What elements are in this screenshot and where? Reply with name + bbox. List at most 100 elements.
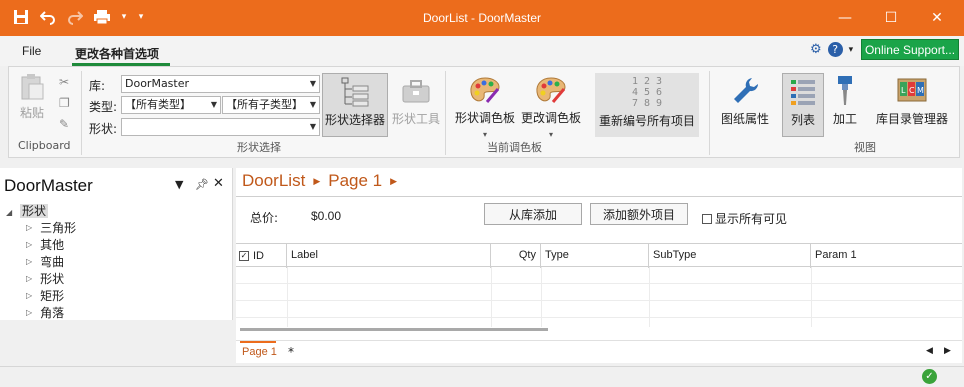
pin-icon[interactable]: 📌︎ — [195, 178, 209, 191]
maximize-button[interactable]: ☐ — [868, 0, 914, 36]
breadcrumb-item[interactable]: Page 1 — [328, 171, 382, 191]
copy-icon[interactable]: ❐ — [59, 96, 73, 110]
chevron-right-icon[interactable]: ▶ — [390, 176, 397, 187]
library-label: 库: — [89, 79, 106, 93]
tree-item[interactable]: ▷ 形状 — [26, 270, 64, 287]
chevron-down-icon: ▾ — [482, 130, 487, 139]
column-header-param1[interactable]: Param 1 — [811, 244, 962, 268]
column-divider — [811, 267, 812, 327]
tree-icon — [341, 77, 369, 107]
expand-icon[interactable]: ▷ — [26, 257, 32, 266]
breadcrumb: DoorList ▶ Page 1 ▶ — [242, 171, 397, 191]
prev-page-icon[interactable]: ◀ — [926, 346, 933, 356]
horizontal-scrollbar[interactable] — [240, 328, 548, 331]
tree-item[interactable]: ▷ 三角形 — [26, 219, 76, 236]
drill-icon — [838, 76, 852, 105]
drawing-properties-button[interactable]: 图纸属性 — [716, 73, 774, 127]
group-label-view: 视图 — [854, 141, 876, 154]
palette-icon — [470, 77, 500, 103]
status-ok-icon: ✓ — [922, 369, 937, 384]
expand-icon[interactable]: ▷ — [26, 240, 32, 249]
add-extra-item-button[interactable]: 添加额外项目 — [590, 203, 688, 225]
tree-item[interactable]: ▷ 角落 — [26, 304, 64, 321]
expand-icon[interactable]: ▷ — [26, 308, 32, 317]
title-bar: ▾ ▾ DoorList - DoorMaster — ☐ ✕ — [0, 0, 964, 36]
table-header: ✓ ID Label Qty Type SubType Param 1 — [236, 243, 962, 268]
select-all-checkbox[interactable]: ✓ — [239, 251, 249, 261]
list-view-button[interactable]: 列表 — [782, 73, 824, 137]
panel-dropdown-icon[interactable]: ▼ — [175, 178, 183, 191]
tab-preferences[interactable]: 更改各种首选项 — [75, 45, 159, 62]
tree-item[interactable]: ▷ 弯曲 — [26, 253, 64, 270]
toolbox-icon — [402, 80, 430, 103]
help-icon[interactable]: ? — [827, 42, 843, 57]
group-label-clipboard: Clipboard — [18, 139, 71, 152]
column-header-type[interactable]: Type — [541, 244, 649, 268]
page-tab-bar: Page 1 * ◀ ▶ — [236, 340, 962, 363]
column-divider — [649, 267, 650, 327]
library-manager-button[interactable]: LCM 库目录管理器 — [871, 73, 953, 127]
shape-selector-button[interactable]: 形状选择器 — [322, 73, 388, 137]
next-page-icon[interactable]: ▶ — [944, 346, 951, 356]
library-select[interactable]: DoorMaster ▼ — [121, 75, 320, 93]
close-button[interactable]: ✕ — [914, 0, 960, 36]
svg-text:C: C — [909, 86, 915, 95]
library-icon: LCM — [897, 78, 927, 102]
cut-icon[interactable]: ✂ — [59, 75, 73, 89]
minimize-button[interactable]: — — [822, 0, 868, 36]
shape-select[interactable]: ▼ — [121, 118, 320, 136]
status-bar: ✓ — [0, 366, 964, 387]
renumber-icon: 1 2 3 4 5 6 7 8 9 — [631, 76, 663, 109]
shape-library-panel: DoorMaster ▼ 📌︎ ✕ ◢ 形状 ▷ 三角形 ▷ 其他 ▷ 弯曲 ▷ 形状 … — [0, 168, 233, 320]
change-palette-button[interactable]: 更改调色板 ▾ — [518, 73, 584, 140]
column-header-qty[interactable]: Qty — [491, 244, 541, 268]
tree-item[interactable]: ▷ 矩形 — [26, 287, 64, 304]
chevron-right-icon: ▶ — [313, 175, 321, 186]
column-header-subtype[interactable]: SubType — [649, 244, 811, 268]
palette-icon — [536, 77, 566, 103]
expand-icon[interactable]: ▷ — [26, 291, 32, 300]
checkbox-box[interactable] — [702, 213, 712, 224]
column-header-id[interactable]: ✓ ID — [236, 244, 287, 268]
column-divider — [541, 267, 542, 327]
help-area: ⚙ ? ▾ — [810, 42, 853, 57]
table-row[interactable] — [236, 301, 962, 318]
process-button[interactable]: 加工 — [827, 73, 863, 127]
breadcrumb-item[interactable]: DoorList — [242, 171, 305, 191]
table-row[interactable] — [236, 267, 962, 284]
format-painter-icon[interactable]: ✎ — [59, 117, 73, 131]
subtype-select[interactable]: 【所有子类型】 ▼ — [222, 96, 320, 114]
close-panel-icon[interactable]: ✕ — [213, 176, 224, 191]
divider — [236, 196, 962, 197]
shape-tool-button[interactable]: 形状工具 — [390, 73, 442, 127]
shape-label: 形状: — [89, 122, 118, 136]
tab-page-1[interactable]: Page 1 — [242, 346, 277, 358]
svg-text:L: L — [901, 86, 906, 95]
shape-palette-button[interactable]: 形状调色板 ▾ — [452, 73, 518, 140]
main-area: DoorList ▶ Page 1 ▶ 总价: $0.00 从库添加 添加额外项… — [236, 168, 962, 363]
collapse-icon[interactable]: ◢ — [6, 208, 12, 217]
ribbon-separator — [709, 71, 710, 155]
list-icon — [791, 80, 815, 105]
tab-file[interactable]: File — [22, 44, 41, 58]
online-support-button[interactable]: Online Support... — [861, 39, 959, 60]
new-page-tab[interactable]: * — [288, 345, 294, 359]
paste-icon — [21, 74, 44, 100]
help-context-icon[interactable]: ⚙ — [810, 42, 822, 57]
ribbon-separator — [81, 71, 82, 155]
expand-icon[interactable]: ▷ — [26, 223, 32, 232]
type-select[interactable]: 【所有类型】 ▼ — [121, 96, 221, 114]
chevron-down-icon[interactable]: ▾ — [849, 45, 854, 55]
renumber-all-button[interactable]: 1 2 3 4 5 6 7 8 9 重新编号所有项目 — [595, 73, 699, 137]
column-header-label[interactable]: Label — [287, 244, 491, 268]
table-row[interactable] — [236, 284, 962, 301]
items-table: ✓ ID Label Qty Type SubType Param 1 — [236, 243, 962, 327]
chevron-down-icon: ▾ — [548, 130, 553, 139]
tree-item[interactable]: ▷ 其他 — [26, 236, 64, 253]
expand-icon[interactable]: ▷ — [26, 274, 32, 283]
ribbon: 粘贴 ✂ ❐ ✎ Clipboard 库: DoorMaster ▼ 类型: 【所… — [8, 66, 960, 158]
tree-root[interactable]: ◢ 形状 — [6, 202, 48, 219]
show-all-visible-checkbox[interactable]: 显示所有可见 — [702, 210, 787, 227]
add-from-library-button[interactable]: 从库添加 — [484, 203, 582, 225]
paste-button[interactable]: 粘贴 — [15, 73, 49, 121]
